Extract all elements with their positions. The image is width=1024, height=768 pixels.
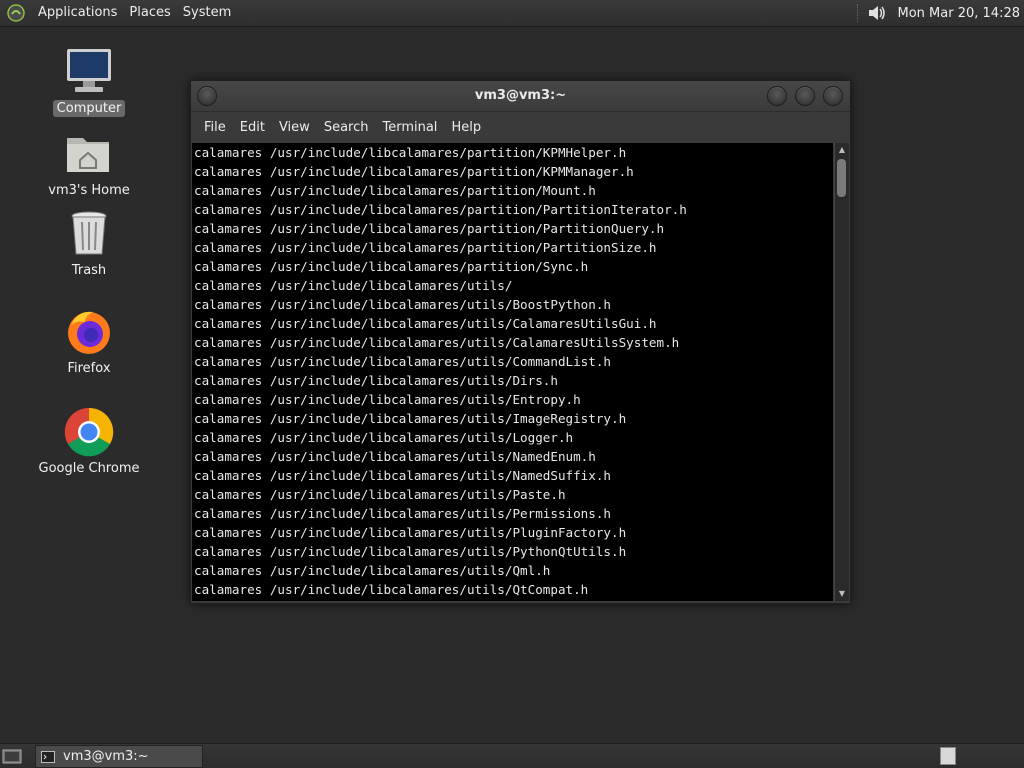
terminal-line: calamares /usr/include/libcalamares/part… xyxy=(194,183,596,198)
terminal-line: calamares /usr/include/libcalamares/util… xyxy=(194,411,627,426)
menu-view[interactable]: View xyxy=(272,120,317,135)
terminal-line: calamares /usr/include/libcalamares/util… xyxy=(194,316,657,331)
desktop-icon-firefox[interactable]: Firefox xyxy=(24,306,154,377)
menu-search[interactable]: Search xyxy=(317,120,376,135)
panel-tray: Mon Mar 20, 14:28 xyxy=(856,0,1024,26)
taskbar-terminal-button[interactable]: vm3@vm3:~ xyxy=(35,745,203,768)
firefox-icon xyxy=(68,311,110,354)
terminal-line: calamares /usr/include/libcalamares/part… xyxy=(194,164,634,179)
terminal-line: calamares /usr/include/libcalamares/util… xyxy=(194,525,627,540)
terminal-line: calamares /usr/include/libcalamares/part… xyxy=(194,145,627,160)
top-panel: Applications Places System Mon Mar 20, 1… xyxy=(0,0,1024,27)
menu-help[interactable]: Help xyxy=(444,120,488,135)
terminal-output[interactable]: calamares /usr/include/libcalamares/part… xyxy=(192,143,833,601)
applications-menu[interactable]: Applications xyxy=(32,0,123,26)
menu-file[interactable]: File xyxy=(197,120,233,135)
desktop-icon-label: Firefox xyxy=(67,361,111,376)
desktop-icon-label: Google Chrome xyxy=(38,461,140,476)
desktop-icon-trash[interactable]: Trash xyxy=(24,208,154,279)
maximize-button[interactable] xyxy=(795,86,815,106)
computer-icon xyxy=(67,49,111,92)
terminal-line: calamares /usr/include/libcalamares/part… xyxy=(194,240,657,255)
clock[interactable]: Mon Mar 20, 14:28 xyxy=(898,6,1020,21)
terminal-line: calamares /usr/include/libcalamares/util… xyxy=(194,487,566,502)
window-title: vm3@vm3:~ xyxy=(474,88,567,103)
minimize-button[interactable] xyxy=(767,86,787,106)
desktop-icon-label: vm3's Home xyxy=(48,183,130,198)
close-button[interactable] xyxy=(823,86,843,106)
terminal-window: vm3@vm3:~ File Edit View Search Terminal… xyxy=(190,80,851,604)
trash-icon xyxy=(71,211,107,255)
scroll-up-arrow-icon[interactable]: ▲ xyxy=(837,145,847,155)
show-desktop-icon[interactable] xyxy=(2,747,22,765)
system-menu[interactable]: System xyxy=(177,0,237,26)
desktop-icon-label: Trash xyxy=(71,263,107,278)
terminal-line: calamares /usr/include/libcalamares/util… xyxy=(194,430,574,445)
terminal-line: calamares /usr/include/libcalamares/util… xyxy=(194,449,596,464)
panel-separator xyxy=(856,4,860,22)
terminal-line: calamares /usr/include/libcalamares/util… xyxy=(194,506,612,521)
desktop-icon-home[interactable]: vm3's Home xyxy=(24,128,154,199)
terminal-line: calamares /usr/include/libcalamares/util… xyxy=(194,582,589,597)
terminal-line: calamares /usr/include/libcalamares/part… xyxy=(194,259,589,274)
desktop-icon-computer[interactable]: Computer xyxy=(24,46,154,117)
terminal-line: calamares /usr/include/libcalamares/util… xyxy=(194,278,513,293)
terminal-menubar: File Edit View Search Terminal Help xyxy=(191,112,850,142)
terminal-line: calamares /usr/include/libcalamares/util… xyxy=(194,468,612,483)
terminal-line: calamares /usr/include/libcalamares/part… xyxy=(194,202,687,217)
window-titlebar[interactable]: vm3@vm3:~ xyxy=(191,81,850,112)
terminal-line: calamares /usr/include/libcalamares/util… xyxy=(194,563,551,578)
places-menu[interactable]: Places xyxy=(123,0,176,26)
terminal-icon xyxy=(41,750,55,763)
mate-logo-icon[interactable] xyxy=(6,3,26,23)
taskbar-button-label: vm3@vm3:~ xyxy=(63,749,149,764)
volume-icon[interactable] xyxy=(866,3,888,23)
scroll-thumb[interactable] xyxy=(837,159,846,197)
terminal-line: calamares /usr/include/libcalamares/util… xyxy=(194,335,680,350)
menu-edit[interactable]: Edit xyxy=(233,120,272,135)
scroll-down-arrow-icon[interactable]: ▼ xyxy=(837,589,847,599)
terminal-line: calamares /usr/include/libcalamares/util… xyxy=(194,544,627,559)
terminal-line: calamares /usr/include/libcalamares/part… xyxy=(194,221,665,236)
chrome-icon xyxy=(64,407,114,457)
terminal-line: calamares /usr/include/libcalamares/util… xyxy=(194,354,612,369)
terminal-line: calamares /usr/include/libcalamares/util… xyxy=(194,392,581,407)
terminal-line: calamares /usr/include/libcalamares/util… xyxy=(194,373,558,388)
desktop-icon-chrome[interactable]: Google Chrome xyxy=(24,406,154,477)
terminal-scrollbar[interactable]: ▲ ▼ xyxy=(834,143,849,601)
terminal-line: calamares /usr/include/libcalamares/util… xyxy=(194,297,612,312)
workspace-switcher[interactable] xyxy=(940,747,956,765)
home-folder-icon xyxy=(67,138,109,172)
menu-terminal[interactable]: Terminal xyxy=(375,120,444,135)
bottom-panel: vm3@vm3:~ xyxy=(0,743,1024,768)
desktop-icon-label: Computer xyxy=(52,100,126,117)
